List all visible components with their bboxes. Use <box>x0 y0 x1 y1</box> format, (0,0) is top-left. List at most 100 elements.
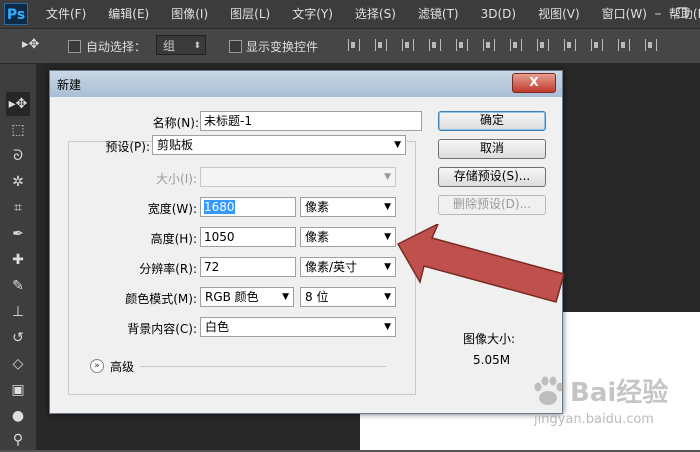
chevron-down-icon: ▼ <box>384 202 391 212</box>
window-controls: – ❐ <box>646 4 694 24</box>
preset-value: 剪贴板 <box>157 138 194 152</box>
lasso-tool-icon[interactable]: ᘐ <box>6 144 30 168</box>
bit-depth-value: 8 位 <box>305 290 329 304</box>
history-brush-tool-icon[interactable]: ↺ <box>6 326 30 350</box>
annotation-arrow <box>396 224 565 303</box>
menu-edit[interactable]: 编辑(E) <box>108 0 149 28</box>
width-unit-select[interactable]: 像素 ▼ <box>300 197 396 217</box>
dropdown-arrow-icon: ⬍ <box>193 41 201 51</box>
arrow-shape <box>396 224 565 303</box>
clone-stamp-tool-icon[interactable]: ⊥ <box>6 300 30 324</box>
height-unit: 像素 <box>305 230 330 244</box>
advanced-label[interactable]: 高级 <box>110 358 134 375</box>
distribute-vcenter-icon[interactable] <box>534 37 550 53</box>
auto-select-label: 自动选择： <box>86 40 147 54</box>
align-top-icon[interactable] <box>345 37 361 53</box>
blur-tool-icon[interactable]: ● <box>6 404 30 428</box>
gradient-tool-icon[interactable]: ▣ <box>6 378 30 402</box>
menu-file[interactable]: 文件(F) <box>46 0 86 28</box>
distribute-left-icon[interactable] <box>588 37 604 53</box>
menu-type[interactable]: 文字(Y) <box>292 0 333 28</box>
options-bar: ▸✥ 自动选择： 组 ⬍ 显示变换控件 <box>0 29 700 64</box>
cancel-button[interactable]: 取消 <box>438 139 546 159</box>
chevron-down-icon: ▼ <box>384 232 391 242</box>
advanced-expand-icon[interactable]: » <box>90 359 104 373</box>
menu-window[interactable]: 窗口(W) <box>602 0 647 28</box>
show-transform-checkbox[interactable] <box>229 40 242 53</box>
width-value: 1680 <box>204 200 235 214</box>
distribute-bottom-icon[interactable] <box>561 37 577 53</box>
ok-button[interactable]: 确定 <box>438 111 546 131</box>
dodge-tool-icon[interactable]: ⚲ <box>6 428 30 452</box>
dialog-titlebar[interactable]: 新建 X <box>50 71 562 97</box>
photoshop-logo: Ps <box>4 3 28 25</box>
move-tool-preset-icon[interactable]: ▸✥ <box>22 37 52 55</box>
distribute-hcenter-icon[interactable] <box>615 37 631 53</box>
close-button[interactable]: X <box>512 73 556 93</box>
healing-brush-tool-icon[interactable]: ✚ <box>6 248 30 272</box>
color-mode-label: 颜色模式(M): <box>125 292 197 306</box>
width-label: 宽度(W): <box>147 202 197 216</box>
brush-tool-icon[interactable]: ✎ <box>6 274 30 298</box>
align-left-icon[interactable] <box>426 37 442 53</box>
auto-select-checkbox[interactable] <box>68 40 81 53</box>
paw-logo-icon <box>534 376 564 405</box>
menu-view[interactable]: 视图(V) <box>538 0 580 28</box>
marquee-tool-icon[interactable]: ⬚ <box>6 118 30 142</box>
distribute-right-icon[interactable] <box>642 37 658 53</box>
height-label: 高度(H): <box>150 232 197 246</box>
tools-panel: ▸✥ ⬚ ᘐ ✲ ⌗ ✒ ✚ ✎ ⊥ ↺ ◇ ▣ ● ⚲ <box>0 64 37 450</box>
distribute-top-icon[interactable] <box>507 37 523 53</box>
align-right-icon[interactable] <box>480 37 496 53</box>
resolution-unit-select[interactable]: 像素/英寸 ▼ <box>300 257 396 277</box>
bit-depth-select[interactable]: 8 位 ▼ <box>300 287 396 307</box>
image-size-value: 5.05M <box>473 353 511 367</box>
chevron-down-icon: ▼ <box>384 172 391 182</box>
align-vcenter-icon[interactable] <box>372 37 388 53</box>
menu-filter[interactable]: 滤镜(T) <box>418 0 459 28</box>
menu-items: 文件(F) 编辑(E) 图像(I) 图层(L) 文字(Y) 选择(S) 滤镜(T… <box>46 0 700 28</box>
eraser-tool-icon[interactable]: ◇ <box>6 352 30 376</box>
save-preset-button[interactable]: 存储预设(S)... <box>438 167 546 187</box>
name-label: 名称(N): <box>152 116 199 130</box>
delete-preset-button: 删除预设(D)... <box>438 195 546 215</box>
resolution-input[interactable]: 72 <box>200 257 296 277</box>
watermark-brand: Bai经验 <box>570 378 669 408</box>
size-label: 大小(I): <box>156 172 197 186</box>
auto-select-dropdown[interactable]: 组 ⬍ <box>156 35 206 55</box>
align-hcenter-icon[interactable] <box>453 37 469 53</box>
baidu-watermark: Bai经验 jingyan.baidu.com <box>530 372 698 442</box>
chevron-down-icon: ▼ <box>384 262 391 272</box>
show-transform-label: 显示变换控件 <box>246 40 319 54</box>
width-input[interactable]: 1680 <box>200 197 296 217</box>
dialog-title: 新建 <box>57 78 82 92</box>
eyedropper-tool-icon[interactable]: ✒ <box>6 222 30 246</box>
preset-select[interactable]: 剪贴板 ▼ <box>152 135 406 155</box>
crop-tool-icon[interactable]: ⌗ <box>6 196 30 220</box>
name-input[interactable]: 未标题-1 <box>200 111 422 131</box>
width-unit: 像素 <box>305 200 330 214</box>
height-unit-select[interactable]: 像素 ▼ <box>300 227 396 247</box>
menu-select[interactable]: 选择(S) <box>355 0 396 28</box>
minimize-icon[interactable]: – <box>646 4 670 24</box>
move-tool-icon[interactable]: ▸✥ <box>6 92 30 116</box>
background-value: 白色 <box>205 320 230 334</box>
menu-bar: Ps 文件(F) 编辑(E) 图像(I) 图层(L) 文字(Y) 选择(S) 滤… <box>0 0 700 29</box>
chevron-down-icon: ▼ <box>394 140 401 150</box>
background-select[interactable]: 白色 ▼ <box>200 317 396 337</box>
align-bottom-icon[interactable] <box>399 37 415 53</box>
auto-select-value: 组 <box>163 39 176 53</box>
advanced-divider <box>140 366 386 367</box>
menu-image[interactable]: 图像(I) <box>171 0 208 28</box>
magic-wand-tool-icon[interactable]: ✲ <box>6 170 30 194</box>
color-mode-select[interactable]: RGB 颜色 ▼ <box>200 287 294 307</box>
size-select: ▼ <box>200 167 396 187</box>
resolution-label: 分辨率(R): <box>139 262 197 276</box>
align-icons <box>345 37 669 53</box>
preset-label: 预设(P): <box>105 140 150 154</box>
menu-layer[interactable]: 图层(L) <box>230 0 270 28</box>
menu-3d[interactable]: 3D(D) <box>481 0 516 28</box>
restore-icon[interactable]: ❐ <box>670 4 694 24</box>
image-size-label: 图像大小: <box>463 332 516 346</box>
height-input[interactable]: 1050 <box>200 227 296 247</box>
